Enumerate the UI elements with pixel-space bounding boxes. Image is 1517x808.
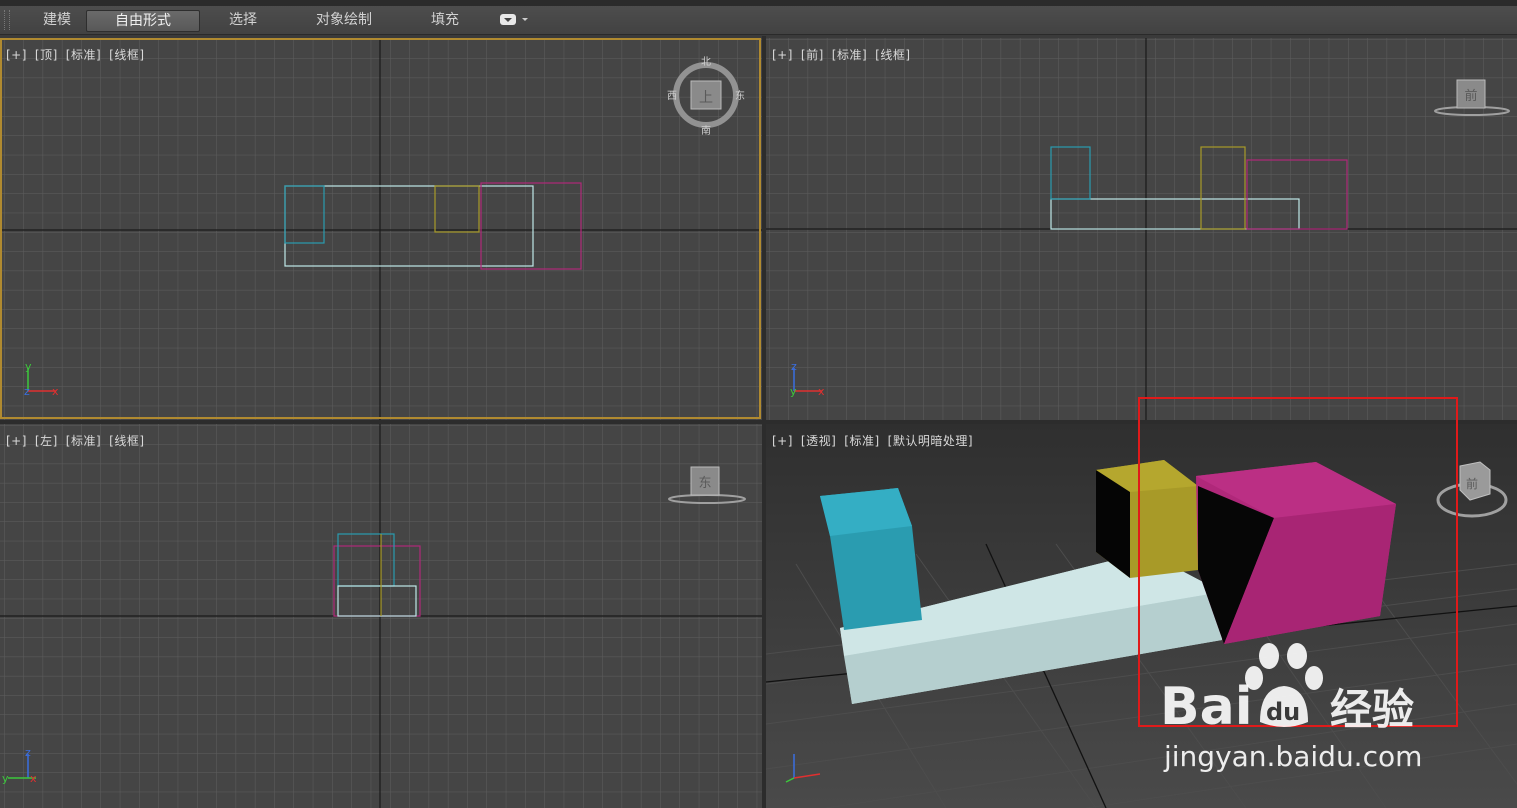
ribbon-options-dropdown-icon[interactable] (498, 12, 532, 28)
axis-tripod-icon: z x y (2, 746, 37, 785)
viewport-top[interactable]: [+] [顶] [标准] [线框] 上 北 南 东 西 y x z (0, 38, 762, 420)
axis-up-label: y (25, 360, 32, 373)
viewport-menu-plus[interactable]: [+] (6, 48, 27, 62)
viewport-view-menu[interactable]: [左] (35, 434, 58, 448)
axis-origin-label: y (2, 772, 9, 785)
compass-west-label: 西 (667, 91, 677, 102)
viewport-menu-plus[interactable]: [+] (772, 434, 793, 448)
viewport-mode-menu[interactable]: [标准] (66, 434, 101, 448)
viewcube-face-label: 前 (1466, 476, 1478, 491)
viewport-front[interactable]: [+] [前] [标准] [线框] 前 z x y (766, 38, 1517, 420)
axis-origin-label: y (790, 385, 797, 398)
viewport-menu-plus[interactable]: [+] (6, 434, 27, 448)
axis-up-label: z (791, 360, 797, 373)
watermark-brand-jingyan: 经验 (1330, 685, 1414, 734)
compass-east-label: 东 (735, 89, 745, 102)
axis-tripod-icon (785, 754, 821, 783)
watermark-brand-du: du (1266, 698, 1300, 726)
grid-left (0, 424, 762, 808)
viewport-view-menu[interactable]: [前] (801, 48, 824, 62)
viewport-left[interactable]: [+] [左] [标准] [线框] 东 z x y (0, 424, 762, 808)
axis-origin-label: z (24, 385, 30, 398)
viewport-view-menu[interactable]: [顶] (35, 48, 58, 62)
axis-right-label: x (818, 385, 825, 398)
watermark-brand-bai: Bai (1160, 677, 1253, 737)
viewport-left-label[interactable]: [+] [左] [标准] [线框] (6, 432, 153, 449)
tab-object-paint[interactable]: 对象绘制 (300, 10, 388, 30)
viewcube-icon[interactable]: 前 (1432, 76, 1512, 120)
viewport-perspective-label[interactable]: [+] [透视] [标准] [默认明暗处理] (772, 432, 981, 449)
viewport-shading-menu[interactable]: [线框] (109, 48, 144, 62)
viewport-shading-menu[interactable]: [线框] (109, 434, 144, 448)
ribbon-grip-handle[interactable] (4, 10, 10, 30)
baidu-jingyan-watermark: Bai du 经验 jingyan.baidu.com (1160, 643, 1422, 773)
grid-front (766, 38, 1517, 420)
compass-south-label: 南 (701, 124, 711, 137)
viewport-shading-menu[interactable]: [线框] (875, 48, 910, 62)
tab-modeling[interactable]: 建模 (32, 10, 82, 30)
viewcube-icon[interactable]: 东 (666, 464, 750, 508)
tab-freeform[interactable]: 自由形式 (86, 10, 200, 32)
viewport-mode-menu[interactable]: [标准] (844, 434, 879, 448)
watermark-url: jingyan.baidu.com (1163, 740, 1422, 773)
viewcube-compass-icon[interactable]: 上 北 南 东 西 (662, 54, 752, 138)
viewcube-face-label: 前 (1464, 88, 1477, 104)
axis-right-label: x (52, 385, 59, 398)
viewcube-face-label: 上 (699, 90, 713, 106)
axis-right-label: x (30, 772, 37, 785)
viewport-front-label[interactable]: [+] [前] [标准] [线框] (772, 46, 919, 63)
ribbon-bar: 建模 自由形式 选择 对象绘制 填充 (0, 6, 1517, 35)
viewcube-face-label: 东 (698, 476, 711, 491)
axis-tripod-icon: y x z (24, 360, 59, 398)
tab-selection[interactable]: 选择 (212, 10, 274, 30)
viewport-view-menu[interactable]: [透视] (801, 434, 836, 448)
axis-tripod-icon: z x y (790, 360, 825, 398)
viewport-menu-plus[interactable]: [+] (772, 48, 793, 62)
viewport-shading-menu[interactable]: [默认明暗处理] (888, 434, 973, 448)
axis-up-label: z (25, 746, 31, 759)
compass-north-label: 北 (701, 56, 711, 68)
viewport-mode-menu[interactable]: [标准] (66, 48, 101, 62)
viewport-mode-menu[interactable]: [标准] (832, 48, 867, 62)
grid-top (0, 38, 762, 420)
viewport-top-label[interactable]: [+] [顶] [标准] [线框] (6, 46, 153, 63)
tab-populate[interactable]: 填充 (416, 10, 474, 30)
